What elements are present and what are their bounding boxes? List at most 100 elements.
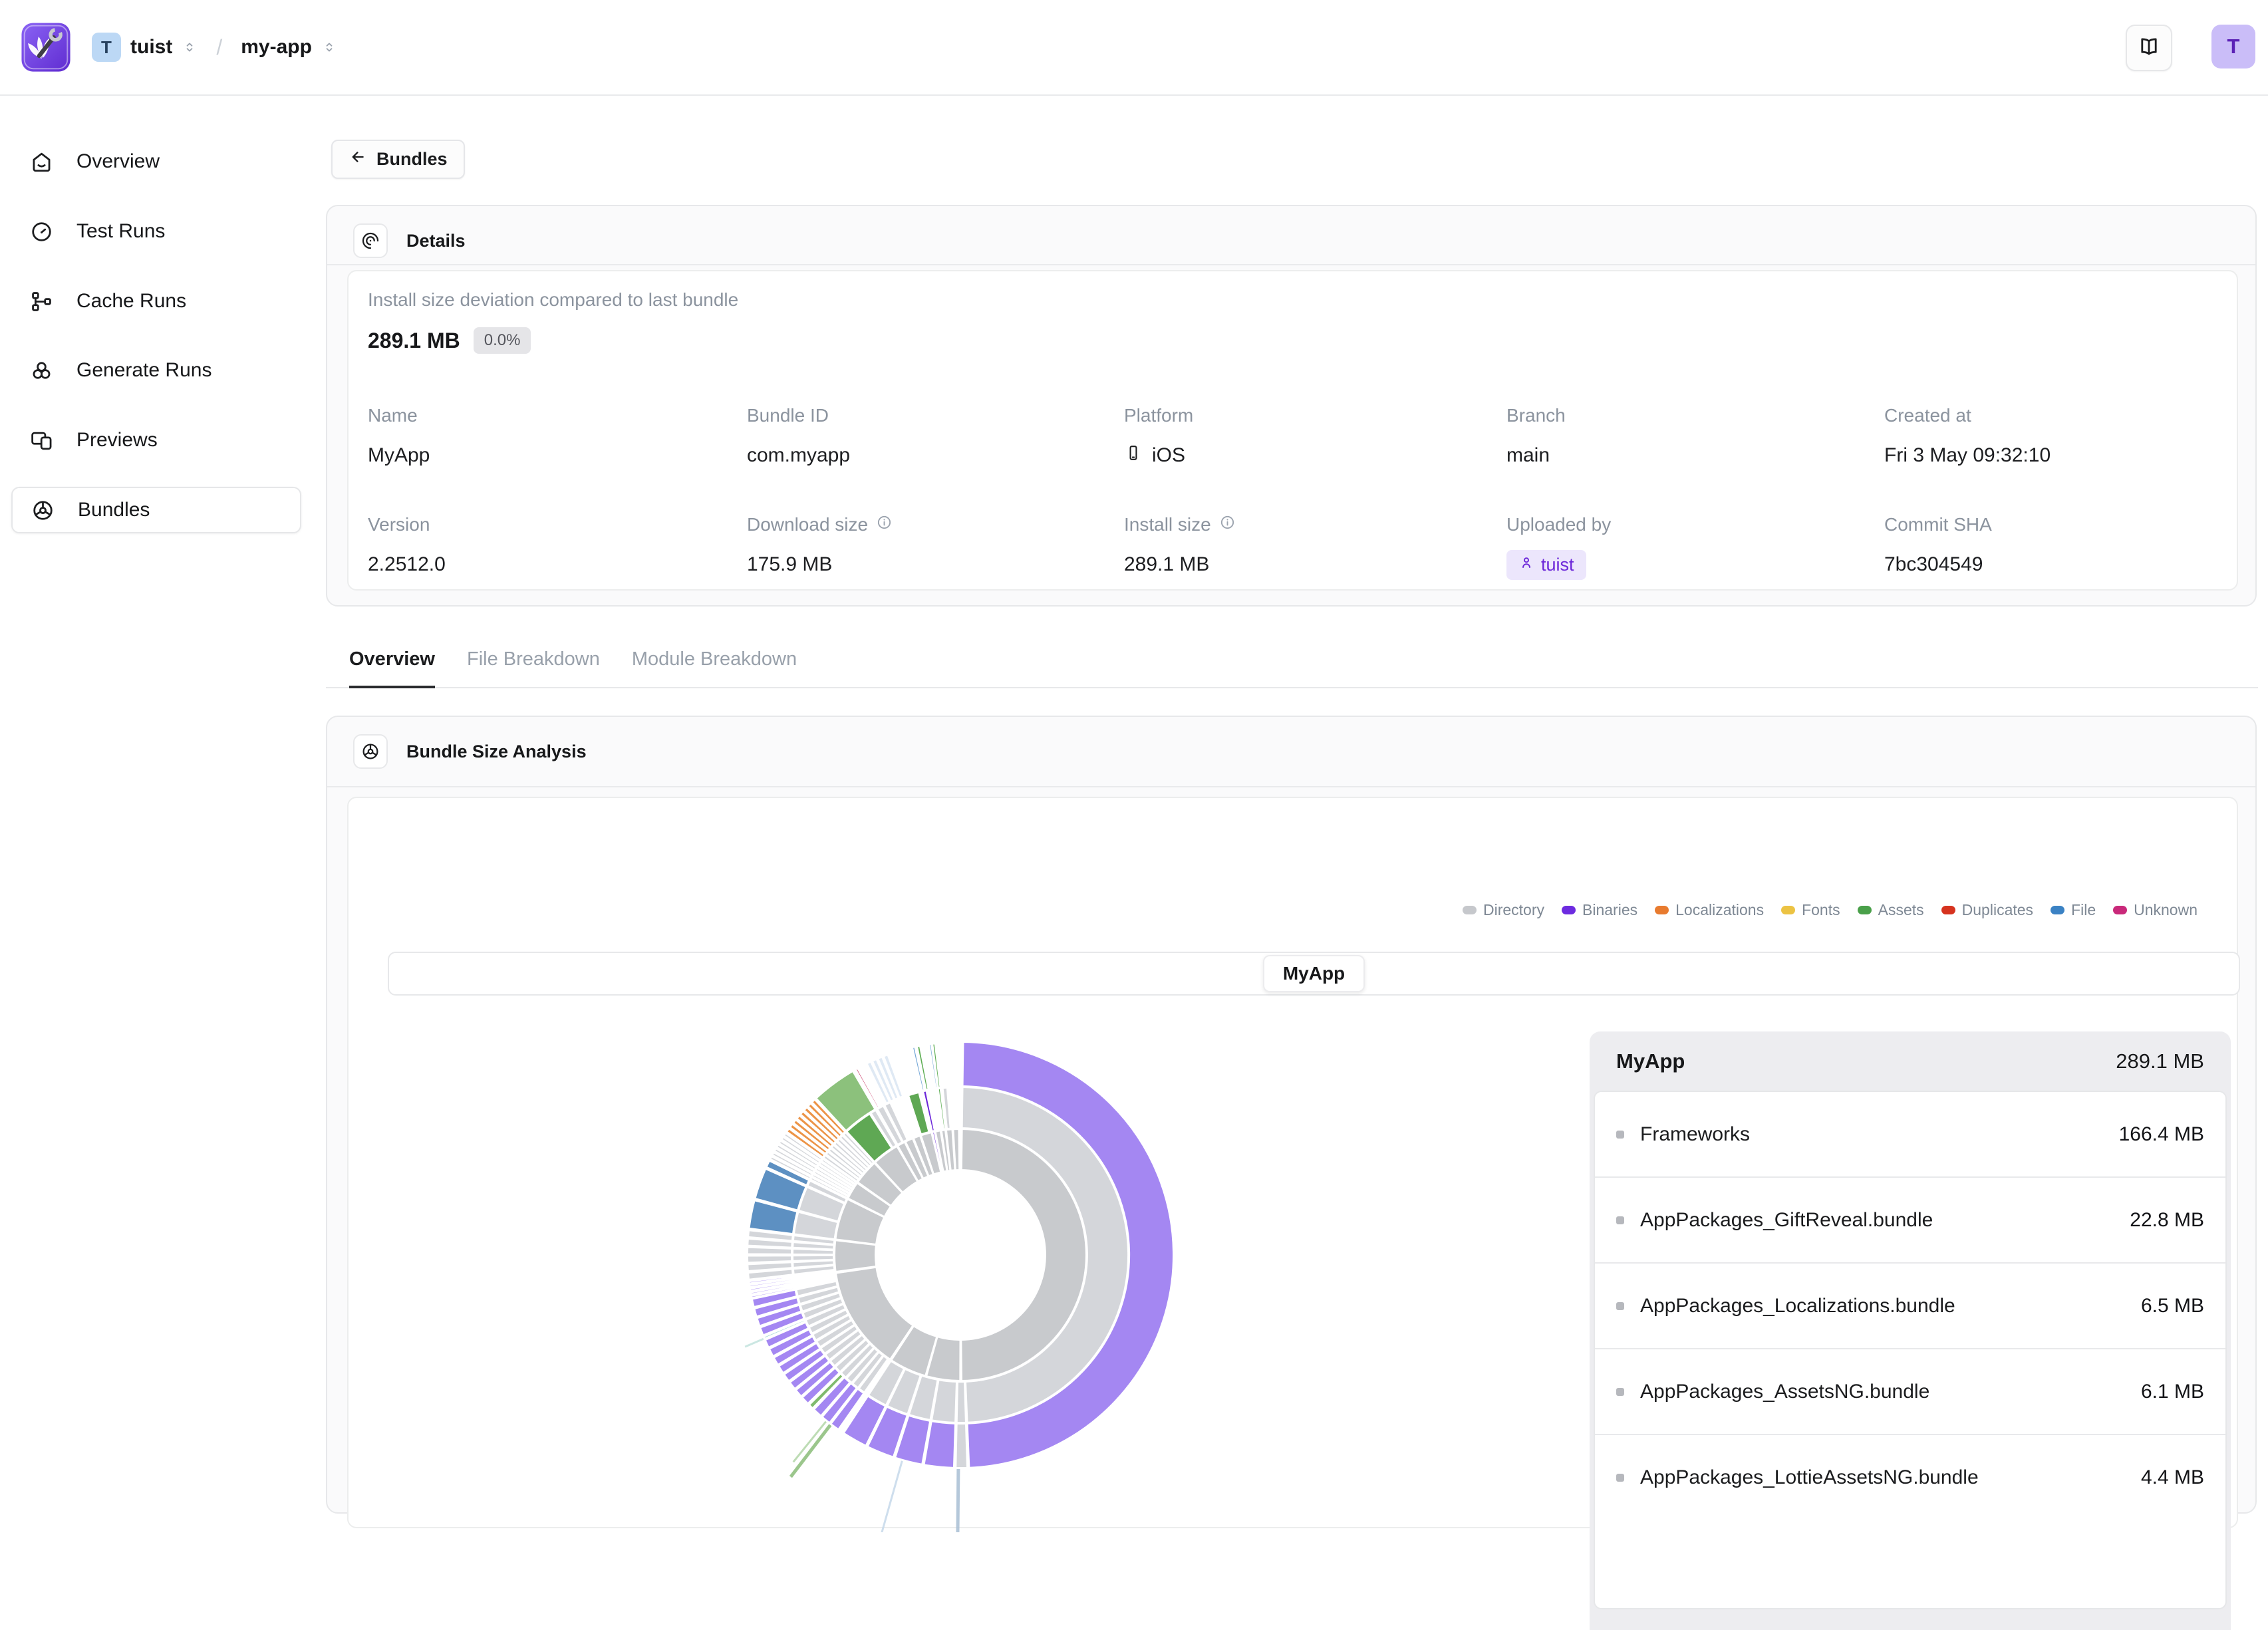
table-row[interactable]: Frameworks 166.4 MB [1595, 1092, 2225, 1176]
home-icon [29, 150, 54, 174]
sidebar-item-label: Overview [76, 150, 160, 173]
localizations-swatch-icon [1655, 906, 1669, 914]
bundle-size-table: MyApp 289.1 MB Frameworks 166.4 MB AppPa… [1590, 1031, 2231, 1630]
info-icon[interactable] [876, 514, 893, 535]
uploader-badge[interactable]: tuist [1506, 550, 1586, 580]
row-bullet-icon [1616, 1474, 1624, 1482]
row-bullet-icon [1616, 1302, 1624, 1310]
legend-item-binaries[interactable]: Binaries [1562, 901, 1637, 919]
person-icon [1518, 555, 1534, 575]
divider [327, 264, 2255, 265]
org-avatar: T [92, 33, 121, 62]
field-commit-sha: Commit SHA 7bc304549 [1884, 513, 1992, 579]
sidebar-item-overview[interactable]: Overview [11, 138, 301, 185]
details-card: Details Install size deviation compared … [326, 205, 2257, 607]
fonts-swatch-icon [1781, 906, 1795, 914]
back-button-label: Bundles [376, 149, 448, 170]
table-root-size: 289.1 MB [2116, 1049, 2204, 1073]
row-bullet-icon [1616, 1388, 1624, 1396]
field-name: Name MyApp [368, 404, 430, 470]
devices-icon [29, 428, 54, 453]
sidebar-item-label: Previews [76, 429, 158, 452]
org-selector[interactable]: tuist [130, 36, 172, 59]
legend-item-file[interactable]: File [2051, 901, 2096, 919]
docs-button[interactable] [2126, 25, 2172, 71]
field-created-at: Created at Fri 3 May 09:32:10 [1884, 404, 2051, 470]
project-selector[interactable]: my-app [241, 36, 312, 59]
bundle-tabs: Overview File Breakdown Module Breakdown [326, 642, 2258, 688]
tab-overview[interactable]: Overview [349, 642, 435, 688]
table-root-name: MyApp [1616, 1049, 1685, 1073]
chevron-updown-icon[interactable] [321, 39, 337, 55]
field-platform: Platform iOS [1124, 404, 1193, 470]
table-row[interactable]: AppPackages_Localizations.bundle 6.5 MB [1595, 1262, 2225, 1348]
book-icon [2138, 35, 2160, 61]
field-version: Version 2.2512.0 [368, 513, 446, 579]
duplicates-swatch-icon [1941, 906, 1955, 914]
tuist-logo-icon[interactable] [20, 21, 72, 73]
field-branch: Branch main [1506, 404, 1566, 470]
bundle-size-analysis-card: Bundle Size Analysis Directory Binaries … [326, 716, 2257, 1514]
field-download-size: Download size 175.9 MB [747, 513, 893, 579]
analysis-inner-card: Directory Binaries Localizations Fonts A… [347, 797, 2238, 1528]
field-bundle-id: Bundle ID com.myapp [747, 404, 850, 470]
top-header: T tuist / my-app T [0, 0, 2268, 96]
binaries-swatch-icon [1562, 906, 1576, 914]
user-avatar[interactable]: T [2211, 25, 2255, 68]
legend-item-localizations[interactable]: Localizations [1655, 901, 1764, 919]
phone-icon [1124, 444, 1143, 468]
bundle-details-page: { "header": { "org_initial": "T", "org_n… [0, 0, 2268, 1379]
gauge-icon [29, 219, 54, 244]
tab-module-breakdown[interactable]: Module Breakdown [632, 642, 797, 687]
table-header-row: MyApp 289.1 MB [1590, 1031, 2231, 1091]
sidebar-item-label: Cache Runs [76, 290, 186, 313]
field-uploaded-by: Uploaded by tuist [1506, 513, 1611, 579]
chart-breadcrumb-bar: MyApp [388, 952, 2240, 996]
breadcrumb-separator: / [216, 35, 222, 60]
sidebar-item-cache-runs[interactable]: Cache Runs [11, 278, 301, 325]
table-row[interactable]: AppPackages_AssetsNG.bundle 6.1 MB [1595, 1348, 2225, 1434]
back-to-bundles-button[interactable]: Bundles [331, 140, 465, 179]
legend-item-assets[interactable]: Assets [1858, 901, 1924, 919]
chart-breadcrumb-pill[interactable]: MyApp [1263, 955, 1365, 992]
wheel-icon [31, 498, 55, 523]
tab-file-breakdown[interactable]: File Breakdown [467, 642, 600, 687]
sunburst-chart[interactable] [661, 1040, 1260, 1532]
deviation-value: 289.1 MB [368, 329, 460, 353]
breadcrumb: T tuist / my-app [92, 0, 337, 94]
sidebar-item-bundles[interactable]: Bundles [11, 487, 301, 533]
wheel-icon [353, 734, 388, 769]
assets-swatch-icon [1858, 906, 1872, 914]
analysis-card-title: Bundle Size Analysis [406, 742, 587, 762]
chart-legend: Directory Binaries Localizations Fonts A… [1463, 898, 2197, 922]
details-inner-card: Install size deviation compared to last … [347, 270, 2238, 591]
sidebar-item-previews[interactable]: Previews [11, 417, 301, 464]
sidebar-item-label: Bundles [78, 499, 150, 521]
legend-item-directory[interactable]: Directory [1463, 901, 1544, 919]
info-icon[interactable] [1219, 514, 1236, 535]
table-row[interactable]: AppPackages_LottieAssetsNG.bundle 4.4 MB [1595, 1434, 2225, 1520]
divider [327, 786, 2255, 787]
sidebar-item-label: Test Runs [76, 220, 165, 243]
deviation-label: Install size deviation compared to last … [368, 289, 738, 311]
flow-icon [29, 289, 54, 314]
unknown-swatch-icon [2113, 906, 2127, 914]
field-install-size: Install size 289.1 MB [1124, 513, 1236, 579]
table-row[interactable]: AppPackages_GiftReveal.bundle 22.8 MB [1595, 1176, 2225, 1262]
table-rows: Frameworks 166.4 MB AppPackages_GiftReve… [1594, 1091, 2227, 1609]
sidebar-item-test-runs[interactable]: Test Runs [11, 208, 301, 255]
legend-item-fonts[interactable]: Fonts [1781, 901, 1840, 919]
spiral-icon [353, 223, 388, 258]
file-swatch-icon [2051, 906, 2064, 914]
arrow-left-icon [349, 148, 367, 171]
row-bullet-icon [1616, 1131, 1624, 1139]
directory-swatch-icon [1463, 906, 1477, 914]
details-card-title: Details [406, 231, 466, 251]
legend-item-unknown[interactable]: Unknown [2113, 901, 2197, 919]
legend-item-duplicates[interactable]: Duplicates [1941, 901, 2033, 919]
sidebar-item-label: Generate Runs [76, 359, 212, 382]
chevron-updown-icon[interactable] [182, 39, 198, 55]
sidebar-item-generate-runs[interactable]: Generate Runs [11, 347, 301, 394]
deviation-badge: 0.0% [474, 327, 531, 354]
row-bullet-icon [1616, 1216, 1624, 1224]
